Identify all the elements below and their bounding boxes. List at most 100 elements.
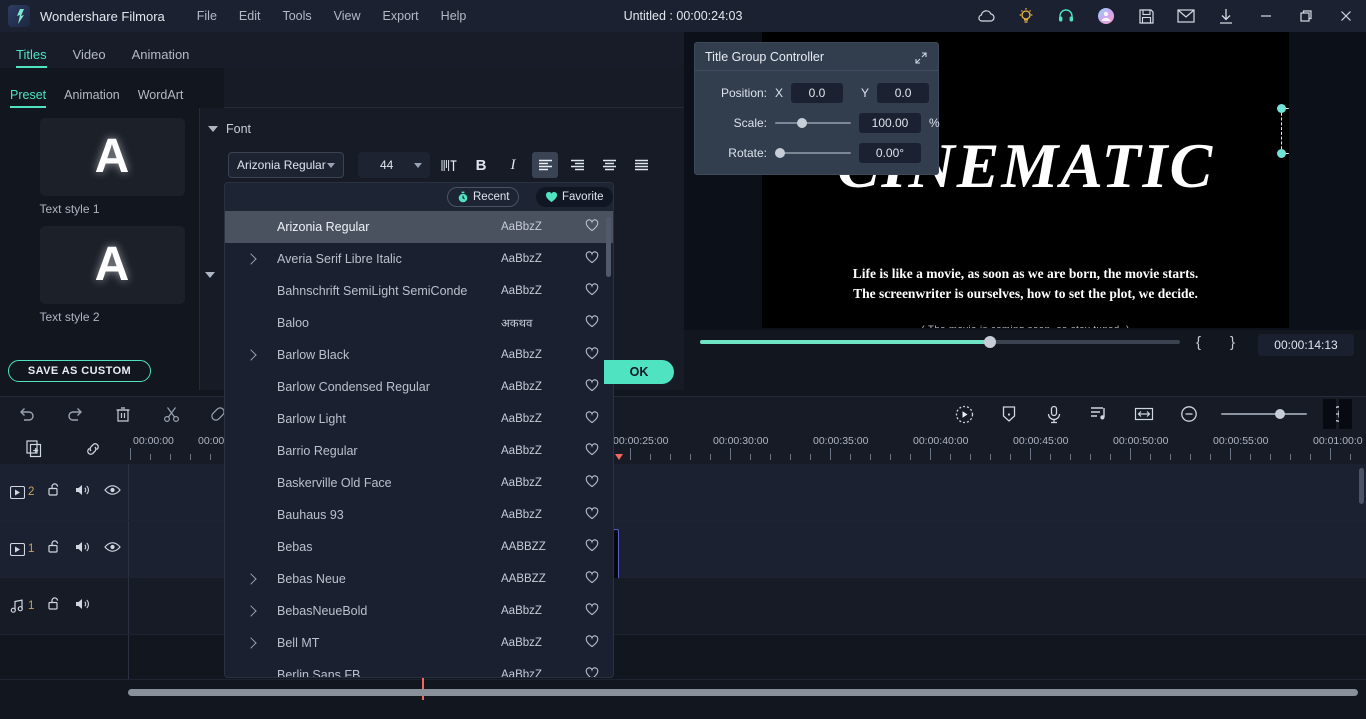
- font-list[interactable]: Arizonia Regular AaBbzZ Averia Serif Libre…: [225, 211, 613, 677]
- position-x-input[interactable]: 0.0: [791, 83, 844, 103]
- chevron-right-icon[interactable]: [245, 573, 257, 585]
- save-icon[interactable]: [1126, 0, 1166, 32]
- align-center-icon[interactable]: [596, 152, 622, 178]
- eye-icon[interactable]: [104, 483, 122, 501]
- font-list-scrollbar[interactable]: [606, 217, 611, 277]
- heart-outline-icon[interactable]: [585, 219, 599, 235]
- track-video-2[interactable]: 2: [0, 464, 1366, 521]
- align-justify-icon[interactable]: [628, 152, 654, 178]
- rotate-slider-knob[interactable]: [775, 148, 785, 158]
- fit-timeline-icon[interactable]: [1131, 400, 1157, 428]
- rotate-value-input[interactable]: 0.00°: [859, 143, 921, 163]
- timeline-marker-blocks[interactable]: [1323, 399, 1352, 429]
- font-list-item[interactable]: Baloo अकथव: [225, 307, 613, 339]
- add-track-icon[interactable]: [22, 435, 48, 463]
- avatar-icon[interactable]: [1086, 0, 1126, 32]
- bold-button[interactable]: B: [468, 152, 494, 178]
- heart-outline-icon[interactable]: [585, 443, 599, 459]
- ok-button[interactable]: OK: [604, 360, 674, 384]
- mail-icon[interactable]: [1166, 0, 1206, 32]
- subtab-preset[interactable]: Preset: [10, 88, 47, 108]
- scale-value-input[interactable]: 100.00: [859, 113, 921, 133]
- voiceover-icon[interactable]: [1041, 400, 1067, 428]
- heart-outline-icon[interactable]: [585, 411, 599, 427]
- timeline-zoom-slider[interactable]: [1221, 400, 1307, 428]
- heart-outline-icon[interactable]: [585, 315, 599, 331]
- tab-video[interactable]: Video: [73, 47, 106, 68]
- track-empty[interactable]: [0, 635, 1366, 680]
- redo-icon[interactable]: [62, 400, 88, 428]
- eye-icon[interactable]: [104, 540, 122, 558]
- selected-title-box[interactable]: Title: [1277, 104, 1289, 158]
- recent-filter-button[interactable]: Recent: [447, 187, 520, 207]
- rotate-slider[interactable]: [775, 143, 851, 163]
- minimize-icon[interactable]: [1246, 0, 1286, 32]
- align-left-icon[interactable]: [532, 152, 558, 178]
- menu-help[interactable]: Help: [441, 9, 467, 23]
- mute-icon[interactable]: [75, 540, 91, 559]
- font-list-item[interactable]: Berlin Sans FB AaBbzZ: [225, 659, 613, 677]
- heart-outline-icon[interactable]: [585, 539, 599, 555]
- mute-icon[interactable]: [75, 597, 91, 616]
- favorite-filter-button[interactable]: Favorite: [536, 187, 613, 207]
- font-list-item[interactable]: Arizonia Regular AaBbzZ: [225, 211, 613, 243]
- save-as-custom-button[interactable]: SAVE AS CUSTOM: [8, 360, 151, 382]
- font-list-item[interactable]: Barlow Condensed Regular AaBbzZ: [225, 371, 613, 403]
- marker-icon[interactable]: [996, 400, 1022, 428]
- preset-item[interactable]: A Text style 1: [39, 118, 185, 216]
- preview-caption[interactable]: ( The movie is coming soon, so stay tune…: [762, 324, 1289, 328]
- font-list-item[interactable]: Averia Serif Libre Italic AaBbzZ: [225, 243, 613, 275]
- heart-outline-icon[interactable]: [585, 635, 599, 651]
- heart-outline-icon[interactable]: [585, 347, 599, 363]
- heart-outline-icon[interactable]: [585, 475, 599, 491]
- italic-button[interactable]: I: [500, 152, 526, 178]
- heart-outline-icon[interactable]: [585, 667, 599, 677]
- cloud-icon[interactable]: [966, 0, 1006, 32]
- align-right-icon[interactable]: [564, 152, 590, 178]
- heart-outline-icon[interactable]: [585, 603, 599, 619]
- preset-list-panel[interactable]: A Text style 1 A Text style 2: [0, 108, 224, 356]
- menu-tools[interactable]: Tools: [282, 9, 311, 23]
- playback-progress-knob[interactable]: [984, 336, 996, 348]
- download-icon[interactable]: [1206, 0, 1246, 32]
- font-list-item[interactable]: Baskerville Old Face AaBbzZ: [225, 467, 613, 499]
- subtab-wordart[interactable]: WordArt: [138, 88, 184, 108]
- resize-handle-bottom-left[interactable]: [1277, 149, 1286, 158]
- keyframe-icon[interactable]: [951, 400, 977, 428]
- menu-file[interactable]: File: [197, 9, 217, 23]
- track-video-1[interactable]: 1: [0, 521, 1366, 601]
- chevron-right-icon[interactable]: [245, 349, 257, 361]
- marker-block[interactable]: [1323, 399, 1336, 429]
- font-list-item[interactable]: Barrio Regular AaBbzZ: [225, 435, 613, 467]
- font-list-item[interactable]: BebasNeueBold AaBbzZ: [225, 595, 613, 627]
- font-section-header[interactable]: Font: [208, 122, 251, 136]
- font-list-item[interactable]: Bell MT AaBbzZ: [225, 627, 613, 659]
- heart-outline-icon[interactable]: [585, 571, 599, 587]
- heart-outline-icon[interactable]: [585, 251, 599, 267]
- unlock-icon[interactable]: [47, 596, 62, 616]
- undo-icon[interactable]: [14, 400, 40, 428]
- collapse-icon[interactable]: [914, 51, 928, 68]
- cut-icon[interactable]: [158, 400, 184, 428]
- unlock-icon[interactable]: [47, 482, 62, 502]
- menu-edit[interactable]: Edit: [239, 9, 261, 23]
- title-group-controller-dialog[interactable]: Title Group Controller Position: X 0.0 Y…: [694, 42, 940, 175]
- position-y-input[interactable]: 0.0: [877, 83, 930, 103]
- font-family-select[interactable]: Arizonia Regular: [228, 152, 344, 178]
- font-list-item[interactable]: Bahnschrift SemiLight SemiConde AaBbzZ: [225, 275, 613, 307]
- tab-titles[interactable]: Titles: [16, 47, 47, 68]
- close-icon[interactable]: [1326, 0, 1366, 32]
- resize-handle-top-left[interactable]: [1277, 104, 1286, 113]
- font-size-select[interactable]: 44: [358, 152, 430, 178]
- unlock-icon[interactable]: [47, 539, 62, 559]
- menu-export[interactable]: Export: [383, 9, 419, 23]
- scale-slider-knob[interactable]: [797, 118, 807, 128]
- track-audio-1[interactable]: 1: [0, 578, 1366, 635]
- audio-mixer-icon[interactable]: [1086, 400, 1112, 428]
- scale-slider[interactable]: [775, 113, 851, 133]
- heart-outline-icon[interactable]: [585, 379, 599, 395]
- timeline-vertical-scrollbar[interactable]: [1359, 468, 1364, 504]
- font-list-item[interactable]: Bebas Neue AABBZZ: [225, 563, 613, 595]
- headset-icon[interactable]: [1046, 0, 1086, 32]
- heart-outline-icon[interactable]: [585, 507, 599, 523]
